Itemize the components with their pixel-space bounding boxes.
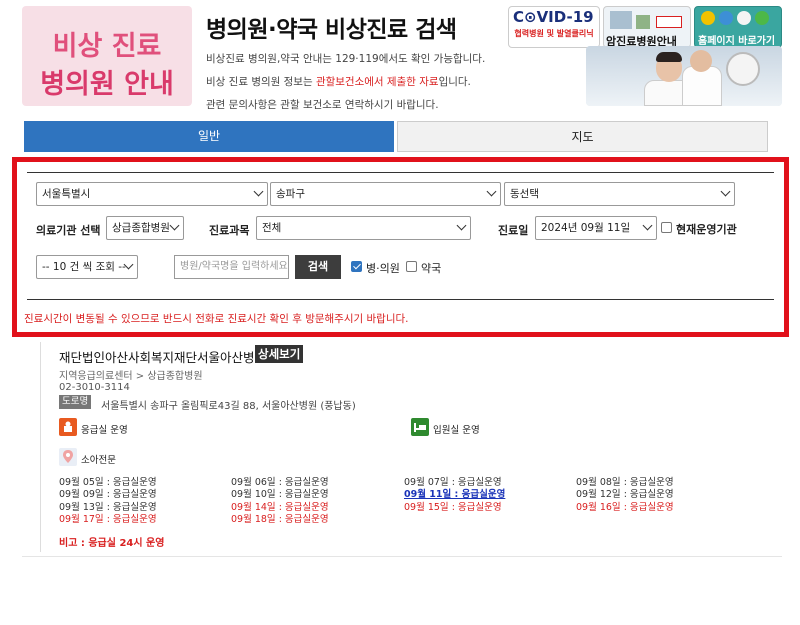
district-select[interactable]: 송파구 — [270, 182, 501, 206]
circle-icon — [737, 11, 751, 25]
search-button[interactable]: 검색 — [295, 255, 341, 279]
chevron-down-icon — [456, 220, 467, 231]
chevron-down-icon — [253, 186, 264, 197]
circle-icon — [755, 11, 769, 25]
homepage-banner-label: 홈페이지 바로가기 — [698, 36, 776, 47]
clock-icon — [726, 52, 760, 86]
operating-day-11: 09월 16일 : 응급실운영 — [576, 502, 674, 513]
hospital-address: 서울특별시 송파구 올림픽로43길 88, 서울아산병원 (풍납동) — [101, 401, 356, 412]
inpatient-room-icon — [411, 418, 429, 436]
chevron-down-icon — [486, 186, 497, 197]
emergency-room-label: 응급실 운영 — [81, 425, 128, 436]
info-line-2: 비상 진료 병의원 정보는 관할보건소에서 제출한 자료입니다. — [206, 76, 471, 88]
tab-map[interactable]: 지도 — [397, 121, 768, 152]
pediatric-label: 소아전문 — [81, 455, 116, 466]
operating-day-10: 09월 15일 : 응급실운영 — [404, 502, 502, 513]
map-pin-icon — [59, 448, 77, 466]
search-panel: 서울특별시 송파구 동선택 의료기관 선택 상급종합병원 진료과목 전체 진료일… — [12, 157, 789, 337]
building-icon — [610, 11, 632, 29]
institution-label: 의료기관 선택 — [36, 224, 101, 237]
inpatient-room-label: 입원실 운영 — [433, 425, 480, 436]
department-select[interactable]: 전체 — [256, 216, 471, 240]
page-title: 병의원·약국 비상진료 검색 — [206, 17, 457, 43]
chevron-down-icon — [642, 220, 653, 231]
divider — [27, 172, 774, 173]
chevron-down-icon — [169, 220, 180, 231]
covid-banner-title: C⊙VID-19 — [513, 8, 594, 26]
divider — [27, 299, 774, 300]
emergency-room-icon — [59, 418, 77, 436]
covid-banner-sub: 협력병원 및 발열클리닉 — [514, 29, 594, 38]
hospital-checkbox-label: 병·의원 — [366, 262, 400, 275]
doctor-image — [586, 46, 782, 106]
operating-day-7: 09월 12일 : 응급실운영 — [576, 489, 674, 500]
hospital-phone: 02-3010-3114 — [59, 382, 130, 393]
info-line-1: 비상진료 병의원,약국 안내는 129·119에서도 확인 가능합니다. — [206, 53, 486, 65]
pharmacy-checkbox-label: 약국 — [421, 262, 442, 275]
page-size-select[interactable]: -- 10 건 씩 조회 -- — [36, 255, 138, 279]
result-item: 재단법인아산사회복지재단서울아산병원 상세보기 지역응급의료센터 > 상급종합병… — [22, 342, 782, 557]
divider — [40, 342, 41, 552]
institution-select[interactable]: 상급종합병원 — [106, 216, 184, 240]
operating-day-4: 09월 09일 : 응급실운영 — [59, 489, 157, 500]
circle-icon — [719, 11, 733, 25]
hospital-checkbox[interactable] — [351, 261, 362, 272]
current-open-checkbox[interactable] — [661, 222, 672, 233]
page-header: 비상 진료 병의원 안내 병의원·약국 비상진료 검색 비상진료 병의원,약국 … — [0, 0, 800, 112]
city-select[interactable]: 서울특별시 — [36, 182, 268, 206]
date-select[interactable]: 2024년 09월 11일 — [535, 216, 657, 240]
ambulance-icon — [656, 16, 682, 28]
operating-day-13: 09월 18일 : 응급실운영 — [231, 514, 329, 525]
chevron-down-icon — [720, 186, 731, 197]
logo-line1: 비상 진료 — [52, 31, 162, 62]
operating-day-5: 09월 10일 : 응급실운영 — [231, 489, 329, 500]
name-search-input[interactable]: 병원/약국명을 입력하세요 — [174, 255, 289, 279]
info-line-3: 관련 문의사항은 관할 보건소로 연락하시기 바랍니다. — [206, 99, 439, 111]
hospital-name[interactable]: 재단법인아산사회복지재단서울아산병원 — [59, 347, 266, 366]
pharmacy-icon — [636, 15, 650, 29]
covid-banner[interactable]: C⊙VID-19 협력병원 및 발열클리닉 — [508, 6, 600, 48]
road-address-badge: 도로명 — [59, 395, 92, 409]
department-label: 진료과목 — [209, 224, 250, 237]
hospital-type: 지역응급의료센터 > 상급종합병원 — [59, 371, 203, 382]
pharmacy-checkbox[interactable] — [406, 261, 417, 272]
info-highlight: 관할보건소에서 제출한 자료 — [315, 76, 439, 88]
date-label: 진료일 — [498, 224, 529, 237]
dong-select[interactable]: 동선택 — [504, 182, 735, 206]
logo-line2: 병의원 안내 — [40, 69, 174, 100]
tab-general[interactable]: 일반 — [24, 121, 394, 152]
current-open-label: 현재운영기관 — [676, 223, 737, 236]
notice-text: 진료시간이 변동될 수 있으므로 반드시 전화로 진료시간 확인 후 방문해주시… — [24, 313, 409, 325]
remark-text: 비고 : 응급실 24시 운영 — [59, 538, 165, 549]
divider — [22, 556, 782, 557]
operating-day-6[interactable]: 09월 11일 : 응급실운영 — [404, 486, 505, 500]
detail-button[interactable]: 상세보기 — [255, 345, 304, 363]
homepage-banner[interactable]: 홈페이지 바로가기 — [694, 6, 782, 48]
circle-icon — [701, 11, 715, 25]
logo[interactable]: 비상 진료 병의원 안내 — [22, 6, 192, 106]
operating-day-12: 09월 17일 : 응급실운영 — [59, 514, 157, 525]
cancer-hospital-banner[interactable]: 암진료병원안내 — [603, 6, 691, 48]
